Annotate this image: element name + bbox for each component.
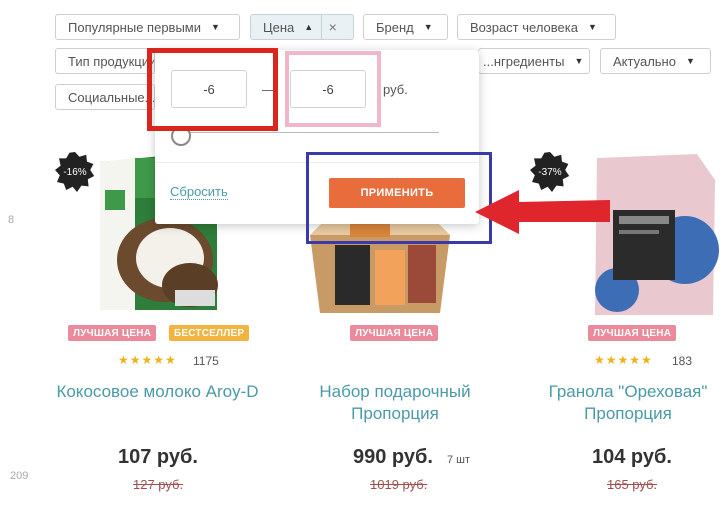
- product-old-price: 165 руб.: [607, 477, 658, 492]
- filter-price-label: Цена: [263, 19, 295, 35]
- annotation-arrow-icon: [475, 190, 610, 234]
- tag-bestseller: БЕСТСЕЛЛЕР: [169, 325, 250, 341]
- product-image-granola[interactable]: [585, 150, 720, 318]
- review-count: 183: [672, 354, 693, 368]
- product-name-link[interactable]: Набор подарочный Пропорция: [295, 381, 495, 425]
- discount-badge: -16%: [55, 152, 95, 192]
- filter-popular-label: Популярные первыми: [68, 19, 201, 35]
- filter-social-label: Социальные...: [68, 89, 155, 105]
- product-old-price: 1019 руб.: [370, 477, 428, 492]
- rating-stars: ★★★★★: [594, 353, 653, 367]
- filter-actual[interactable]: Актуально ▼: [600, 48, 711, 74]
- price-slider-track[interactable]: [177, 132, 439, 133]
- filter-brand-label: Бренд: [376, 19, 414, 35]
- filter-price[interactable]: Цена ▲ ×: [250, 14, 354, 40]
- reset-link[interactable]: Сбросить: [170, 184, 228, 200]
- side-number: 209: [10, 470, 29, 482]
- tag-best-price: ЛУЧШАЯ ЦЕНА: [68, 325, 157, 341]
- clear-filter-icon[interactable]: ×: [321, 15, 343, 39]
- annotation-pink-box: [285, 51, 381, 127]
- caret-down-icon: ▼: [211, 22, 220, 32]
- filter-product-type-label: Тип продукции: [68, 53, 155, 69]
- product-price: 990 руб.: [353, 446, 433, 468]
- filter-social[interactable]: Социальные...: [55, 84, 155, 110]
- tag-best-price: ЛУЧШАЯ ЦЕНА: [588, 325, 677, 341]
- review-count: 1175: [193, 354, 219, 368]
- product-name-link[interactable]: Кокосовое молоко Aroy-D: [45, 381, 270, 403]
- rating-stars: ★★★★★: [118, 353, 177, 367]
- product-qty: 7 шт: [447, 454, 471, 466]
- tag-best-price: ЛУЧШАЯ ЦЕНА: [350, 325, 439, 341]
- filter-actual-label: Актуально: [613, 53, 676, 69]
- product-name-link[interactable]: Гранола "Ореховая" Пропорция: [530, 381, 726, 425]
- caret-down-icon: ▼: [587, 22, 597, 32]
- product-price: 104 руб.: [592, 446, 672, 468]
- side-number: 8: [8, 214, 15, 226]
- filter-ingredients[interactable]: ...нгредиенты ▼: [478, 48, 590, 74]
- filter-popular[interactable]: Популярные первыми ▼: [55, 14, 240, 40]
- caret-down-icon: ▼: [685, 56, 695, 66]
- product-old-price: 127 руб.: [133, 477, 184, 492]
- price-unit: руб.: [383, 82, 408, 97]
- filter-age[interactable]: Возраст человека ▼: [457, 14, 616, 40]
- discount-badge: -37%: [530, 152, 570, 192]
- caret-down-icon: ▼: [574, 56, 584, 66]
- filter-age-label: Возраст человека: [470, 19, 578, 35]
- filter-product-type[interactable]: Тип продукции: [55, 48, 155, 74]
- caret-down-icon: ▼: [423, 22, 433, 32]
- caret-up-icon: ▲: [304, 22, 314, 32]
- annotation-blue-box: [306, 152, 492, 244]
- annotation-red-box: [147, 48, 278, 131]
- product-price: 107 руб.: [118, 446, 198, 468]
- filter-brand[interactable]: Бренд ▼: [363, 14, 448, 40]
- filter-ingredients-label: ...нгредиенты: [483, 53, 565, 69]
